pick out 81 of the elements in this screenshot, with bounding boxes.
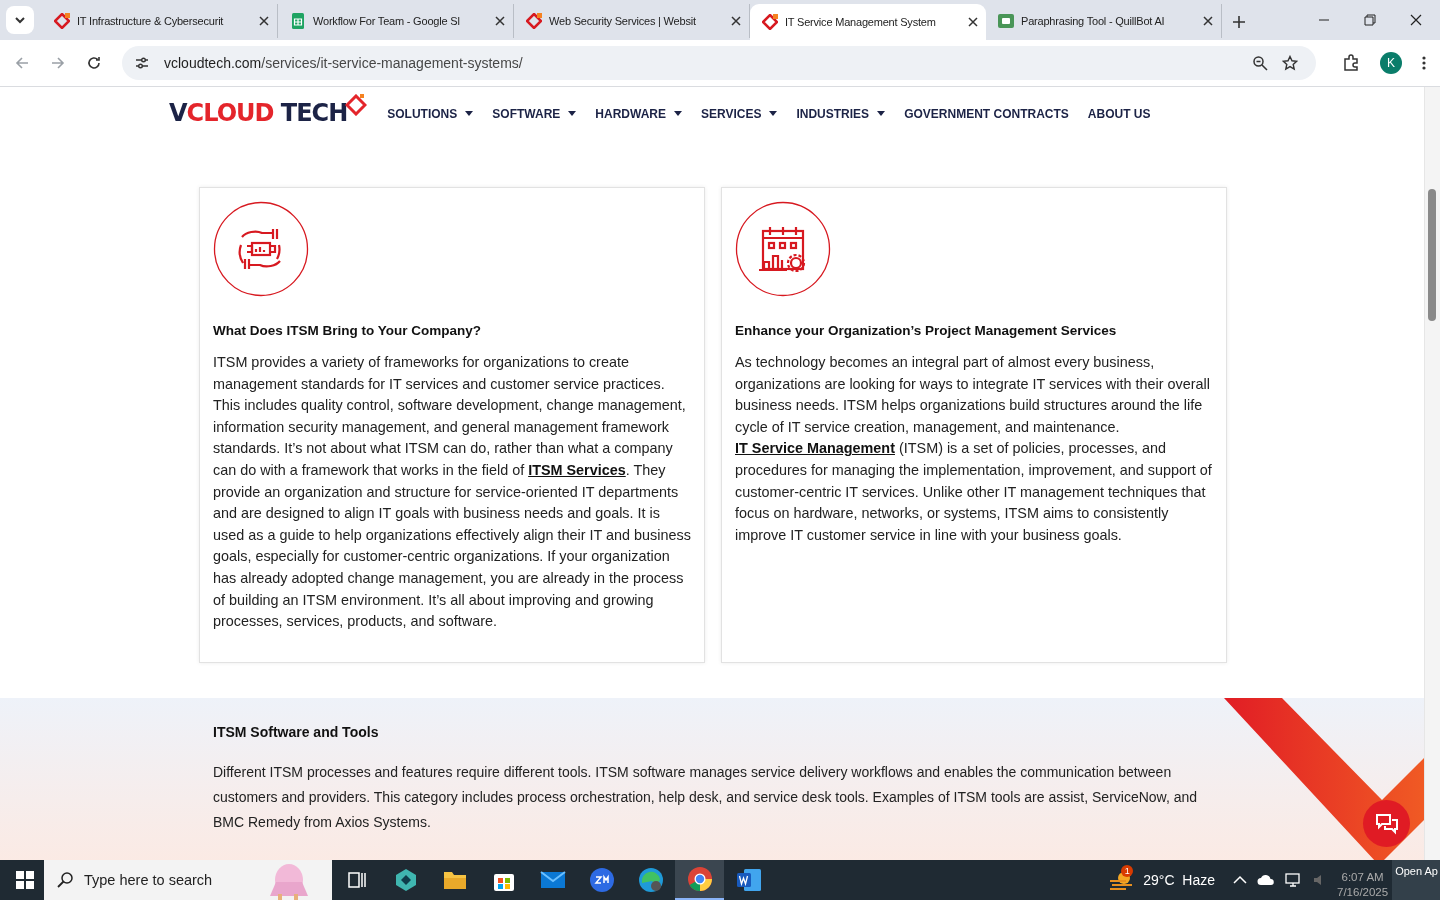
caret-icon — [673, 111, 682, 117]
chevron-icon — [14, 14, 26, 26]
profile-avatar[interactable]: K — [1380, 52, 1402, 74]
close-icon[interactable] — [968, 17, 978, 27]
text-link[interactable]: ITSM Services — [528, 461, 626, 478]
menu-icon[interactable] — [1422, 55, 1426, 71]
back-icon[interactable] — [14, 55, 30, 71]
paragraph: Different ITSM processes and features require different tools. ITSM software manages service delivery workflows and enables the communication between customers and providers. This category includes process orchestration, help desk, and service desk tools. Examples of ITSM tools are assist, ServiceNow, and BMC Remedy from Axios Systems. — [213, 763, 1199, 832]
nav-link[interactable]: SERVICES — [700, 107, 778, 121]
tab-title: Workflow For Team - Google Sl — [313, 15, 461, 27]
browser-tab[interactable]: IT Service Management System — [750, 4, 986, 40]
logo[interactable]: VCLOUD TECH — [169, 94, 368, 128]
nav-link[interactable]: SOLUTIONS — [387, 107, 474, 121]
browser-tab[interactable]: Paraphrasing Tool - QuillBot AI — [986, 4, 1222, 38]
hexagon-icon — [393, 868, 418, 892]
chrome-icon — [686, 866, 713, 892]
text-link[interactable]: IT Service Management — [735, 440, 895, 457]
nav-link[interactable]: HARDWARE — [595, 107, 682, 121]
network-icon[interactable] — [1285, 872, 1303, 888]
diamond-icon — [526, 13, 542, 29]
chevron-up-icon[interactable] — [1233, 875, 1247, 885]
chat-icon — [1374, 812, 1399, 835]
start-icon[interactable] — [16, 871, 34, 889]
notification-text: Open Ap — [1395, 865, 1438, 877]
close-icon[interactable] — [259, 16, 269, 26]
section-title: ITSM Software and Tools — [213, 724, 380, 740]
close-icon[interactable] — [1410, 14, 1422, 26]
forward-icon[interactable] — [50, 55, 66, 71]
extensions-icon[interactable] — [1342, 54, 1360, 72]
taskbar-app[interactable] — [675, 860, 724, 900]
card-title: What Does ITSM Bring to Your Company? — [213, 323, 482, 338]
notification-toast[interactable]: Open Ap — [1392, 860, 1440, 900]
caret-icon — [568, 111, 577, 117]
close-icon[interactable] — [1203, 16, 1213, 26]
search-icon — [56, 871, 74, 889]
notification-badge: 1 — [1121, 865, 1134, 877]
date-text: 7/16/2025 — [1337, 885, 1389, 900]
address-bar[interactable]: vcloudtech.com/services/it-service-management-systems/ — [122, 46, 1316, 80]
browser-tab[interactable]: IT Infrastructure & Cybersecurit — [42, 4, 278, 38]
word-icon — [735, 868, 762, 892]
new-tab-icon[interactable] — [1232, 15, 1246, 29]
calendar-gear-icon — [735, 201, 831, 297]
tab-title: IT Service Management System — [785, 16, 937, 28]
cloud-icon[interactable] — [1257, 872, 1275, 888]
folder-icon — [442, 869, 467, 891]
url-text: vcloudtech.com/services/it-service-management-systems/ — [164, 55, 524, 71]
caret-icon — [465, 111, 474, 117]
paragraph: As technology becomes an integral part of almost every business, organizations are looking for ways to integrate IT services with their overall business needs. ITSM helps organizations build structures around the life cycle of IT service creation, management, and maintenance. IT Service Management (ITSM) is a set of policies, processes, and procedures for managing the implementation, improvement, and support of customer-centric IT services. Unlike other IT management techniques that focus on hardware, networks, or systems, ITSM aims to consistently improve IT customer service in line with your business goals. — [735, 353, 1213, 545]
mail-icon — [539, 870, 566, 890]
browser-tab[interactable]: Workflow For Team - Google Sl — [278, 4, 514, 38]
search-field[interactable]: Type here to search — [44, 860, 332, 900]
nav-link[interactable]: ABOUT US — [1087, 107, 1151, 121]
site-settings-icon[interactable] — [134, 55, 150, 71]
restore-icon[interactable] — [1364, 14, 1376, 26]
nav-link[interactable]: GOVERNMENT CONTRACTS — [904, 107, 1069, 121]
hands-gear-icon — [213, 201, 309, 297]
edge-icon — [637, 867, 664, 893]
tab-title: Paraphrasing Tool - QuillBot AI — [1021, 15, 1166, 27]
reload-icon[interactable] — [86, 55, 102, 71]
scrollbar[interactable] — [1424, 87, 1440, 860]
time-text: 6:07 AM — [1341, 870, 1384, 885]
close-icon[interactable] — [731, 16, 741, 26]
card-title: Enhance your Organization’s Project Management Services — [735, 323, 1118, 338]
diamond-icon — [54, 13, 70, 29]
star-icon[interactable] — [1282, 55, 1298, 71]
diamond-icon — [762, 14, 778, 30]
zoom-icon[interactable] — [1252, 55, 1268, 71]
spreadsheet-icon — [290, 13, 306, 29]
tab-title: IT Infrastructure & Cybersecurit — [77, 15, 225, 27]
caret-icon — [769, 111, 778, 117]
tab-title: Web Security Services | Websit — [549, 15, 697, 27]
close-icon[interactable] — [495, 16, 505, 26]
nav-link[interactable]: SOFTWARE — [492, 107, 577, 121]
caret-icon — [877, 111, 886, 117]
tab-search-button[interactable] — [6, 6, 34, 34]
zoom-app-icon — [588, 867, 615, 893]
clock[interactable]: 6:07 AM 7/16/2025 — [1337, 860, 1389, 900]
paragraph: ITSM provides a variety of frameworks for organizations to create management standards for IT services and customer service practices. This includes quality control, software development, change management, information security management, and general management framework standards. It’s not about what ITSM can do, rather than what a company can do with a framework that works in the field of ITSM Services. They provide an organization and structure for service-oriented IT departments and are designed to align IT goals with business needs and goals. It is used as a guide to help organizations effectively align their IT and business goals, especially for customer-centric organizations. If your organization has already adopted change management, you are already in the process of building an ITSM environment. It’s all about improving and growing processes, services, products, and software. — [213, 353, 691, 632]
nav-link[interactable]: INDUSTRIES — [796, 107, 886, 121]
weather-text: 29°C Haze — [1143, 872, 1215, 888]
task-view-icon — [346, 870, 367, 890]
